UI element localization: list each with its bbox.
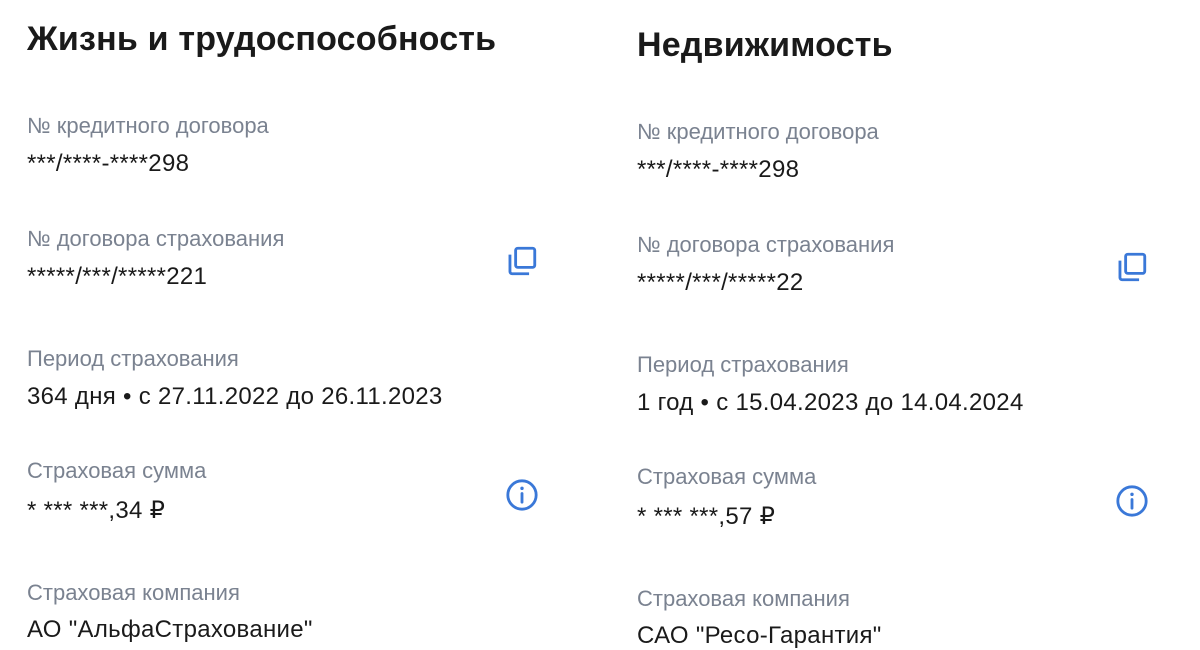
- card-title: Недвижимость: [637, 26, 893, 64]
- insurance-period-label: Период страхования: [27, 346, 239, 371]
- credit-contract-value: ***/****-****298: [637, 156, 800, 183]
- insurance-card-life: Жизнь и трудоспособность № кредитного до…: [27, 0, 587, 643]
- insurance-company-value: АО "АльфаСтрахование": [27, 616, 313, 643]
- credit-contract-label: № кредитного договора: [637, 119, 879, 144]
- card-title: Жизнь и трудоспособность: [27, 20, 497, 58]
- copy-icon: [1118, 252, 1147, 282]
- copy-button[interactable]: [1114, 249, 1150, 285]
- credit-contract-value: ***/****-****298: [27, 150, 190, 177]
- insurance-contract-value: *****/***/*****221: [27, 263, 208, 290]
- insurance-period-label: Период страхования: [637, 352, 849, 377]
- insurance-contract-value: *****/***/*****22: [637, 269, 804, 296]
- info-icon: [1116, 485, 1148, 517]
- info-button[interactable]: [504, 477, 540, 513]
- copy-button[interactable]: [504, 243, 540, 279]
- copy-icon: [508, 246, 537, 276]
- insurance-contract-label: № договора страхования: [27, 226, 285, 251]
- insurance-company-value: САО "Ресо-Гарантия": [637, 622, 882, 649]
- insurance-period-value: 1 год • с 15.04.2023 до 14.04.2024: [637, 389, 1024, 416]
- insurance-contract-label: № договора страхования: [637, 232, 895, 257]
- insurance-card-property: Недвижимость № кредитного договора ***/*…: [637, 0, 1197, 649]
- insured-sum-value: * *** ***,34 ₽: [27, 497, 166, 524]
- info-button[interactable]: [1114, 483, 1150, 519]
- info-icon: [506, 479, 538, 511]
- insured-sum-label: Страховая сумма: [637, 464, 817, 489]
- insurance-period-value: 364 дня • с 27.11.2022 до 26.11.2023: [27, 383, 443, 410]
- credit-contract-label: № кредитного договора: [27, 113, 269, 138]
- insurance-company-label: Страховая компания: [27, 580, 240, 605]
- insured-sum-value: * *** ***,57 ₽: [637, 503, 776, 530]
- insured-sum-label: Страховая сумма: [27, 458, 207, 483]
- insurance-company-label: Страховая компания: [637, 586, 850, 611]
